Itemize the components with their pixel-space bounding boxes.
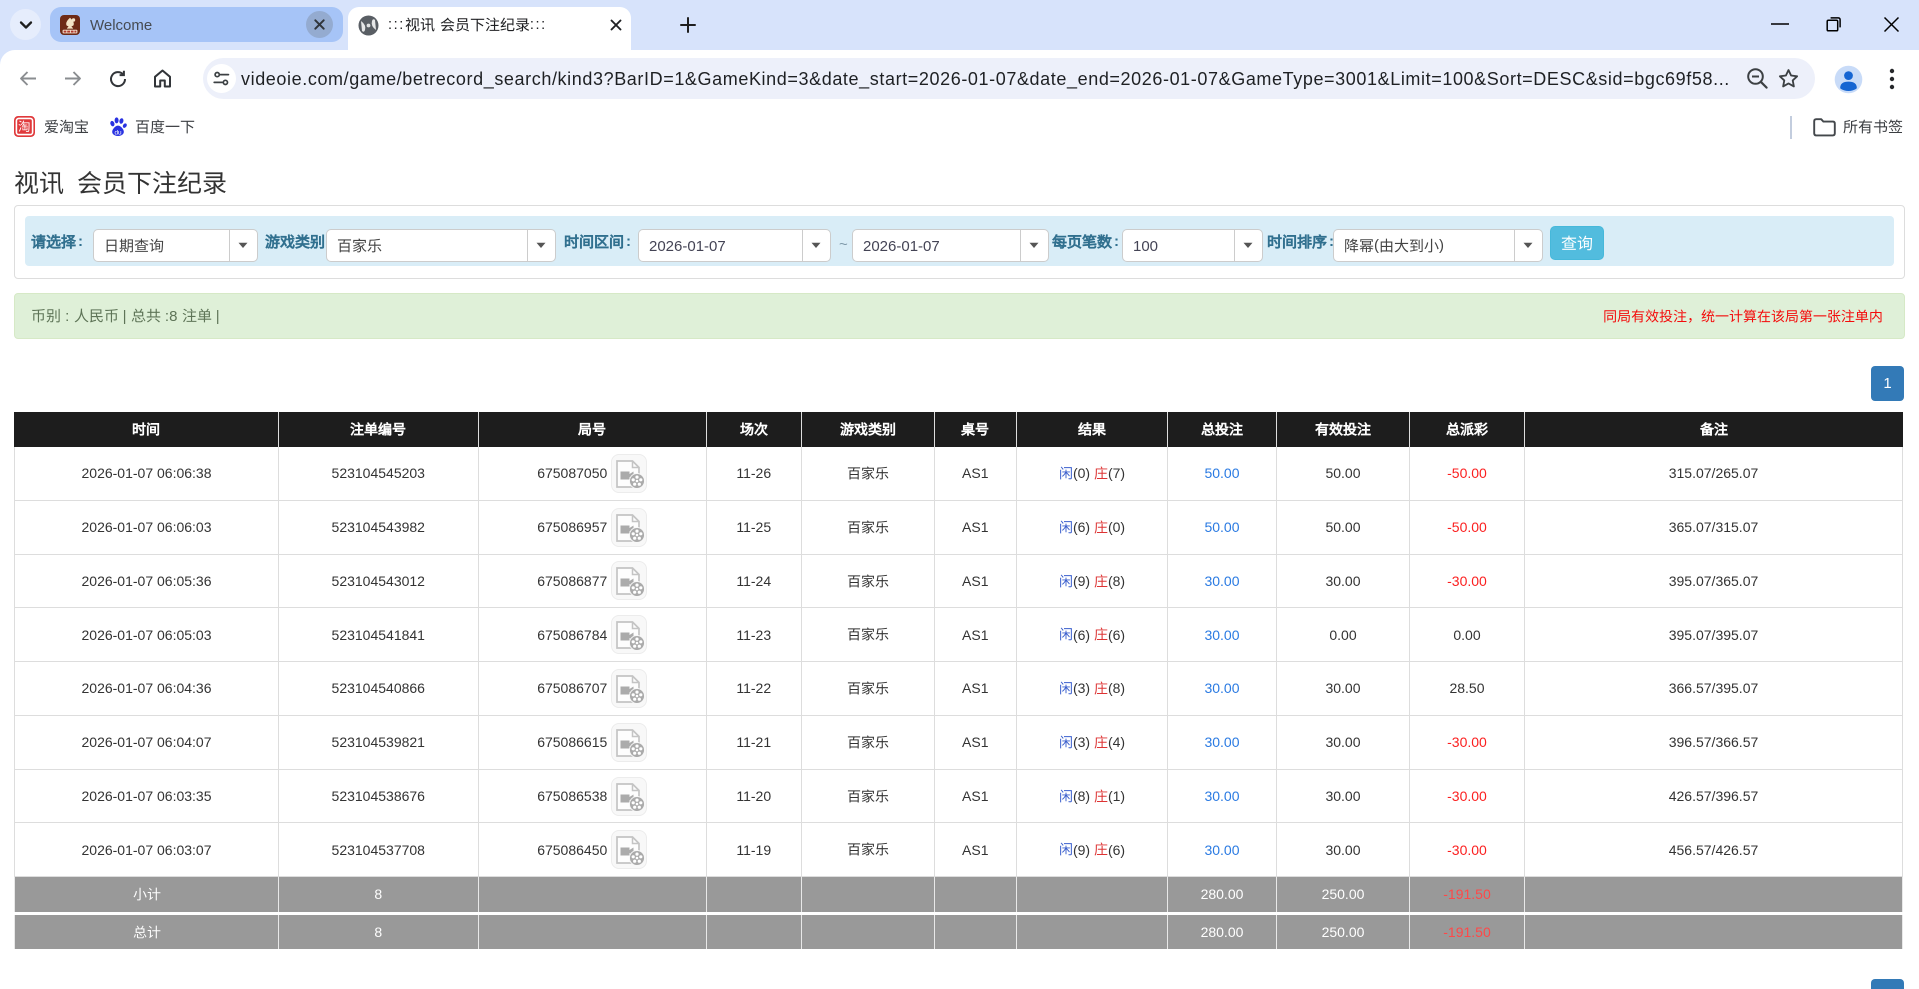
svg-text:du: du bbox=[114, 129, 122, 136]
